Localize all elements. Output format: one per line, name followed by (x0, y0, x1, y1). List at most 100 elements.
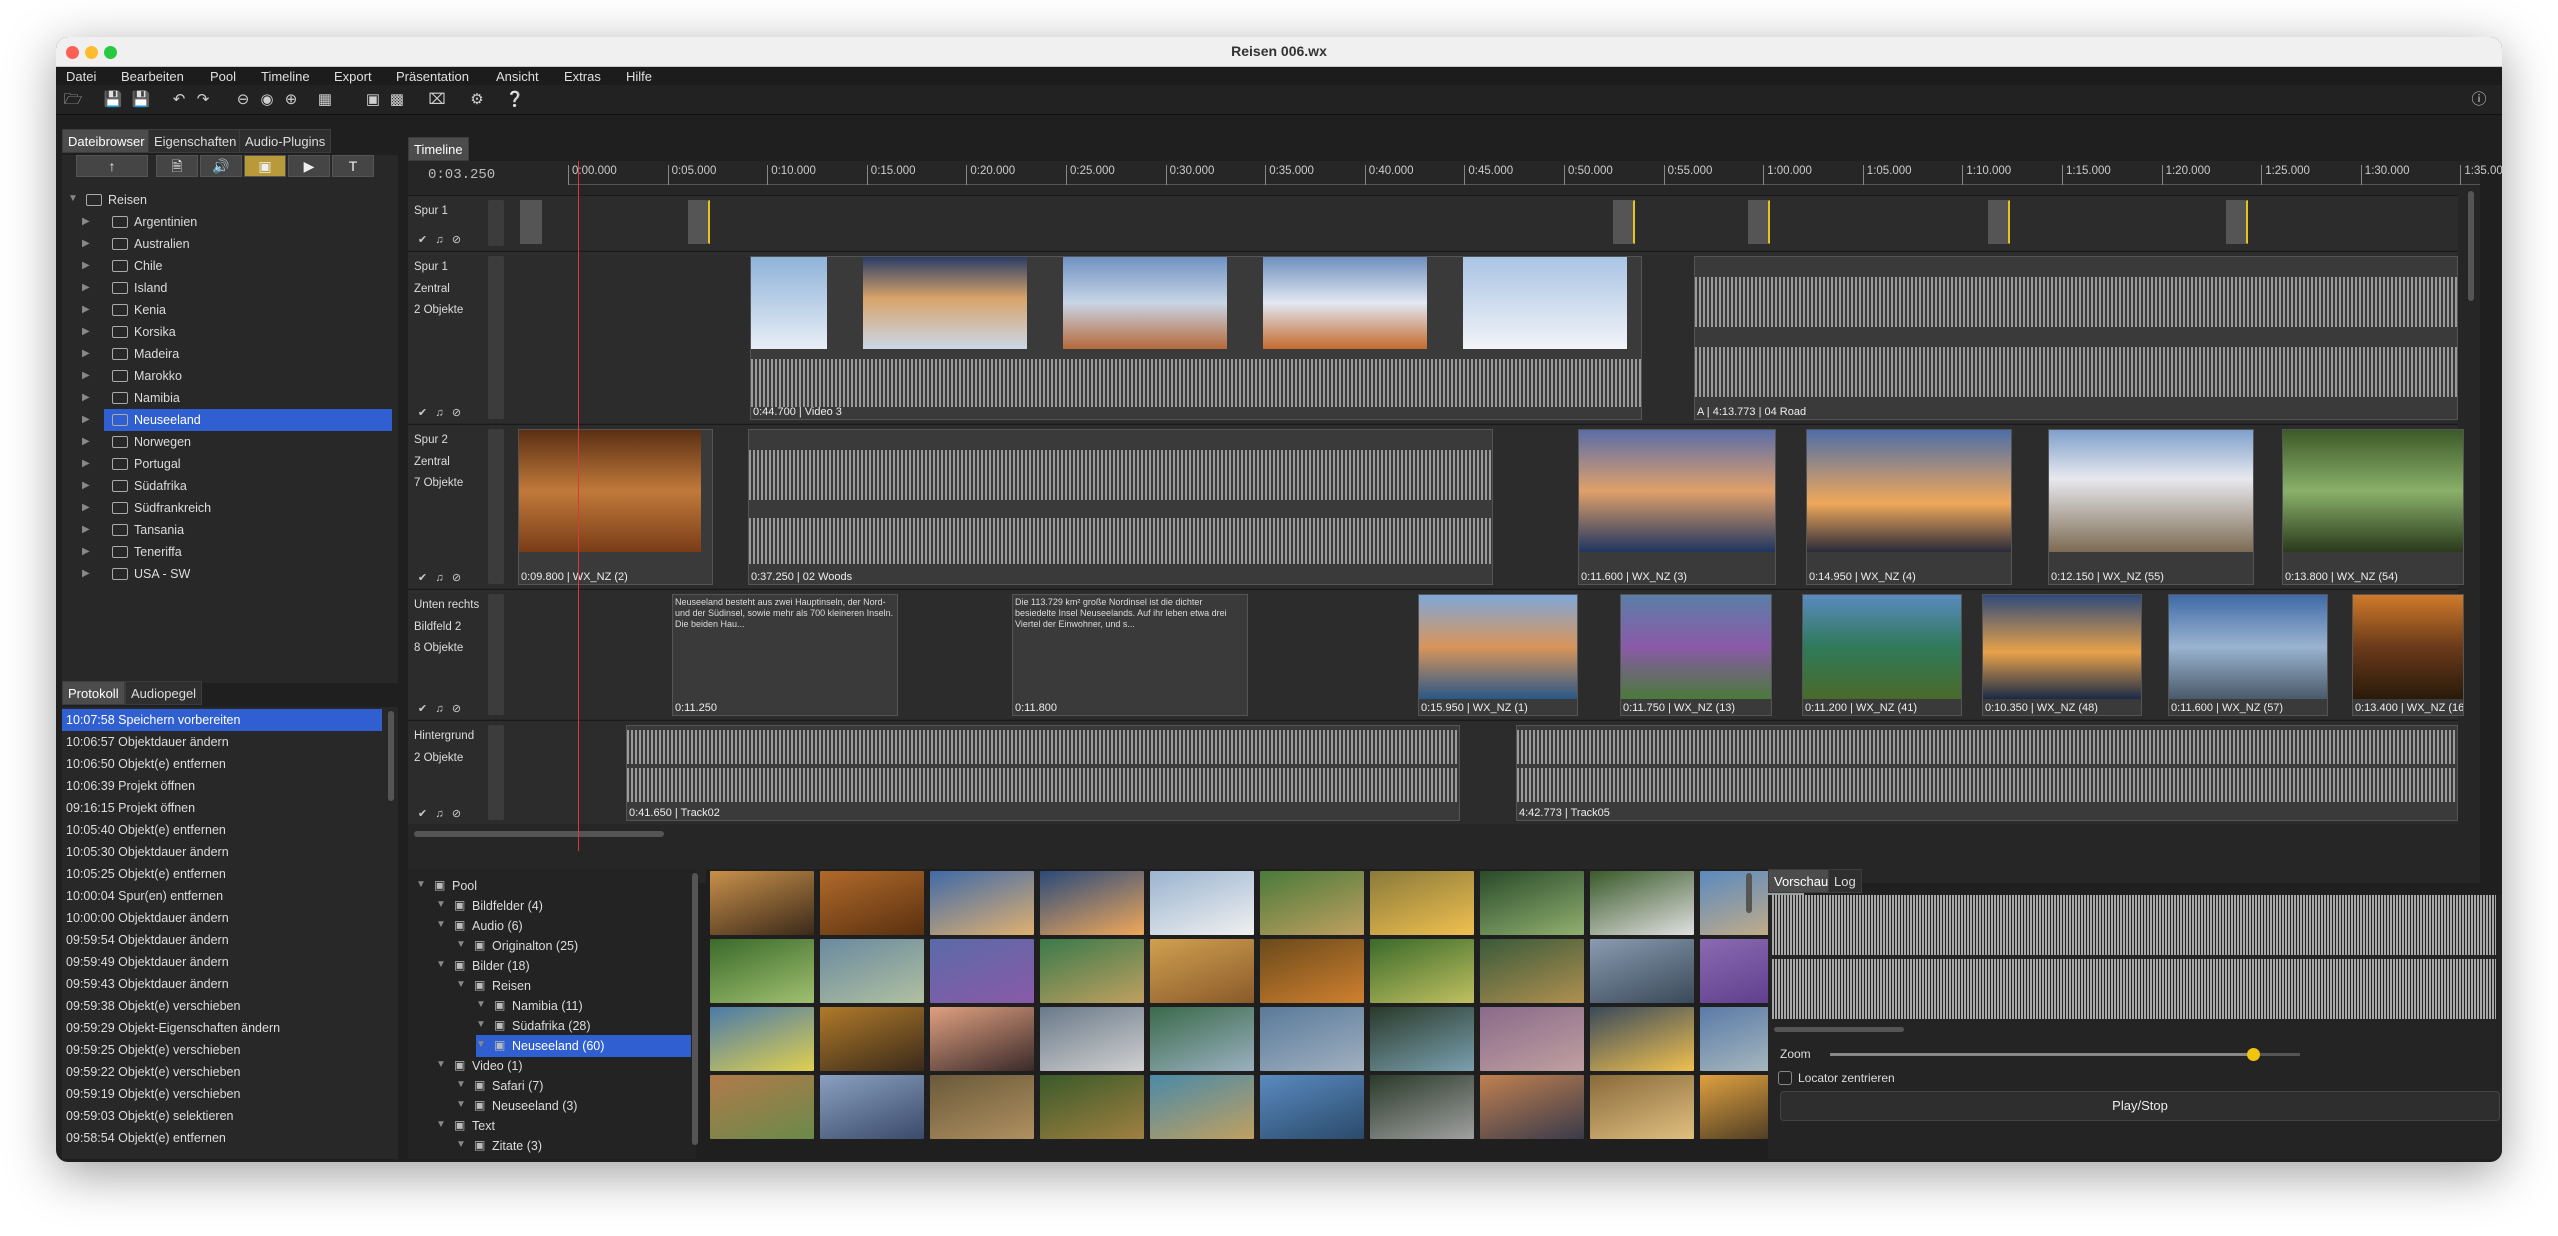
tree-item-argentinien[interactable]: ▶ Argentinien (82, 211, 392, 233)
tree-item-australien[interactable]: ▶ Australien (82, 233, 392, 255)
log-entry[interactable]: 10:00:04 Spur(en) entfernen (62, 885, 382, 907)
pool-thumbnail[interactable] (1480, 1007, 1584, 1071)
tree-item-teneriffa[interactable]: ▶ Teneriffa (82, 541, 392, 563)
gear-icon[interactable]: ⚙ (466, 89, 488, 111)
video-clip[interactable]: 0:44.700 | Video 3 (750, 256, 1642, 420)
pool-item[interactable]: ▼ ▣ Zitate (3) (456, 1135, 691, 1157)
tree-item-s-dafrika[interactable]: ▶ Südafrika (82, 475, 392, 497)
track-level-bar[interactable] (488, 594, 504, 715)
pool-thumbnail[interactable] (930, 1007, 1034, 1071)
pause-marker[interactable] (1988, 200, 2010, 244)
pool-item[interactable]: ▼ ▣ Namibia (11) (476, 995, 691, 1017)
log-entry[interactable]: 10:05:40 Objekt(e) entfernen (62, 819, 382, 841)
tree-item-kenia[interactable]: ▶ Kenia (82, 299, 392, 321)
menu-hilfe[interactable]: Hilfe (626, 69, 652, 84)
tab-log[interactable]: Log (1828, 869, 1862, 893)
track-level-bar[interactable] (488, 200, 504, 246)
tree-item-s-dfrankreich[interactable]: ▶ Südfrankreich (82, 497, 392, 519)
preview-screen-icon[interactable]: ▣ (362, 89, 384, 111)
tree-item-marokko[interactable]: ▶ Marokko (82, 365, 392, 387)
timeline-v-scrollbar[interactable] (2468, 191, 2474, 301)
zoom-slider-knob[interactable] (2247, 1048, 2260, 1061)
log-entry[interactable]: 10:05:25 Objekt(e) entfernen (62, 863, 382, 885)
audio-clip[interactable]: 0:37.250 | 02 Woods (748, 429, 1493, 585)
pool-thumbnail[interactable] (1150, 1075, 1254, 1139)
log-entry[interactable]: 09:59:03 Objekt(e) selektieren (62, 1105, 382, 1127)
tree-item-usa-sw[interactable]: ▶ USA - SW (82, 563, 392, 585)
filter-video-button[interactable]: ▶ (288, 155, 330, 177)
log-entry[interactable]: 09:59:22 Objekt(e) verschieben (62, 1061, 382, 1083)
track-level-bar[interactable] (488, 256, 504, 419)
pool-thumbnail[interactable] (1150, 939, 1254, 1003)
audio-clip[interactable]: 0:41.650 | Track02 (626, 725, 1460, 821)
zoom-slider[interactable] (1830, 1048, 2300, 1061)
menu-pool[interactable]: Pool (210, 69, 236, 84)
filter-audio-button[interactable]: 🔊 (200, 155, 242, 177)
tab-eigenschaften[interactable]: Eigenschaften (148, 129, 243, 153)
tree-item-madeira[interactable]: ▶ Madeira (82, 343, 392, 365)
image-clip[interactable]: 0:09.800 | WX_NZ (2) (518, 429, 713, 585)
log-entry[interactable]: 09:59:49 Objektdauer ändern (62, 951, 382, 973)
log-entry[interactable]: 10:06:39 Projekt öffnen (62, 775, 382, 797)
log-entry[interactable]: 09:58:54 Objekt(e) entfernen (62, 1127, 382, 1149)
image-clip[interactable]: 0:12.150 | WX_NZ (55) (2048, 429, 2254, 585)
filter-image-button[interactable]: ▣ (244, 155, 286, 177)
log-entry[interactable]: 09:59:38 Objekt(e) verschieben (62, 995, 382, 1017)
pool-thumbnail[interactable] (1590, 871, 1694, 935)
image-clip[interactable]: 0:13.400 | WX_NZ (16) (2352, 594, 2464, 716)
pool-thumbnail[interactable] (710, 871, 814, 935)
tab-vorschau[interactable]: Vorschau (1768, 869, 1835, 893)
enable-icon[interactable]: ✔ (414, 571, 431, 584)
menu-ansicht[interactable]: Ansicht (496, 69, 539, 84)
pool-item[interactable]: ▼ ▣ Neuseeland (3) (456, 1095, 691, 1117)
enable-icon[interactable]: ✔ (414, 233, 431, 246)
filter-text-button[interactable]: T (332, 155, 374, 177)
tree-item-norwegen[interactable]: ▶ Norwegen (82, 431, 392, 453)
pool-thumbnail[interactable] (1040, 1075, 1144, 1139)
track-level-bar[interactable] (488, 725, 504, 820)
pool-thumbnail[interactable] (930, 871, 1034, 935)
pool-thumbnail[interactable] (1040, 871, 1144, 935)
pool-thumbnail[interactable] (1370, 939, 1474, 1003)
zoom-out-icon[interactable]: ⊖ (232, 89, 254, 111)
tree-item-neuseeland[interactable]: ▶ Neuseeland (82, 409, 392, 431)
tab-dateibrowser[interactable]: Dateibrowser (62, 129, 151, 153)
audio-clip[interactable]: A | 4:13.773 | 04 Road (1694, 256, 2458, 420)
pool-scrollbar[interactable] (692, 873, 698, 1145)
info-icon[interactable]: ⓘ (2468, 89, 2490, 111)
image-clip[interactable]: 0:14.950 | WX_NZ (4) (1806, 429, 2012, 585)
zoom-in-icon[interactable]: ⊕ (280, 89, 302, 111)
pool-thumbnail[interactable] (1260, 1007, 1364, 1071)
pool-thumbnail[interactable] (1590, 939, 1694, 1003)
play-stop-button[interactable]: Play/Stop (1780, 1091, 2500, 1121)
thumbs-scrollbar[interactable] (1746, 873, 1752, 913)
pool-item[interactable]: ▼ ▣ Bilder (18) (436, 955, 691, 977)
pool-thumbnail[interactable] (1040, 1007, 1144, 1071)
enable-icon[interactable]: ✔ (414, 807, 431, 820)
pool-item[interactable]: ▼ ▣ Neuseeland (60) (476, 1035, 691, 1057)
mute-icon[interactable]: ♫ (431, 572, 448, 584)
audio-clip[interactable]: 4:42.773 | Track05 (1516, 725, 2458, 821)
tab-protokoll[interactable]: Protokoll (62, 681, 125, 705)
pool-thumbnail[interactable] (1150, 1007, 1254, 1071)
menu-extras[interactable]: Extras (564, 69, 601, 84)
pool-thumbnail[interactable] (1370, 1075, 1474, 1139)
pool-thumbnail[interactable] (1590, 1007, 1694, 1071)
pool-item[interactable]: ▼ ▣ Originalton (25) (456, 935, 691, 957)
pool-thumbnail[interactable] (1260, 939, 1364, 1003)
solo-icon[interactable]: ⊘ (448, 406, 465, 419)
pause-marker[interactable] (688, 200, 710, 244)
image-clip[interactable]: 0:11.600 | WX_NZ (3) (1578, 429, 1776, 585)
pool-item[interactable]: ▼ ▣ Safari (7) (456, 1075, 691, 1097)
mute-icon[interactable]: ♫ (431, 703, 448, 715)
save-icon[interactable]: 💾 (102, 89, 124, 111)
log-entry[interactable]: 09:59:54 Objektdauer ändern (62, 929, 382, 951)
image-clip[interactable]: 0:11.750 | WX_NZ (13) (1620, 594, 1772, 716)
presentation-icon[interactable]: ▩ (386, 89, 408, 111)
preview-scrollbar[interactable] (1774, 1027, 1904, 1032)
text-clip[interactable]: Neuseeland besteht aus zwei Hauptinseln,… (672, 594, 898, 716)
tree-root-reisen[interactable]: ▼ Reisen (62, 189, 392, 211)
pool-thumbnail[interactable] (1370, 871, 1474, 935)
solo-icon[interactable]: ⊘ (448, 571, 465, 584)
mute-icon[interactable]: ♫ (431, 407, 448, 419)
